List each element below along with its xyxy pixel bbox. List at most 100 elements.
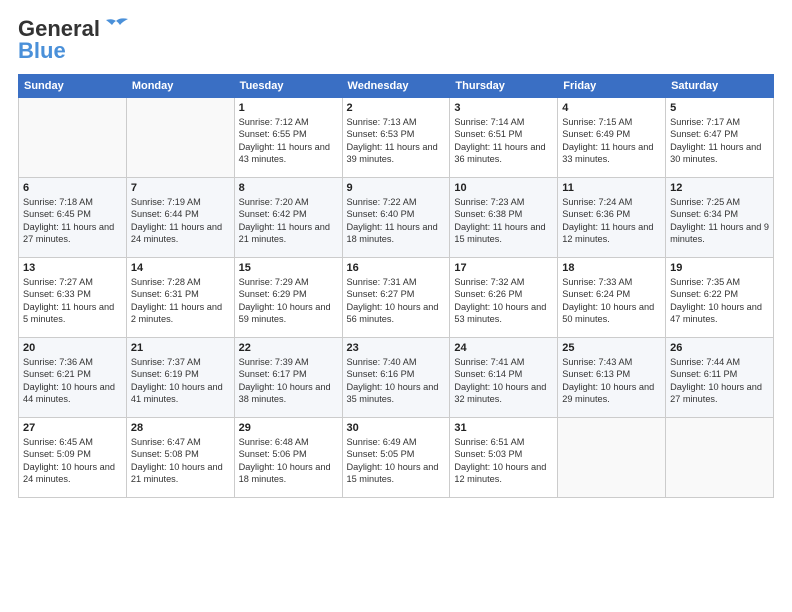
day-info: Sunrise: 7:35 AM Sunset: 6:22 PM Dayligh… bbox=[670, 276, 769, 326]
calendar-cell: 19 Sunrise: 7:35 AM Sunset: 6:22 PM Dayli… bbox=[666, 258, 774, 338]
calendar-cell: 17 Sunrise: 7:32 AM Sunset: 6:26 PM Dayli… bbox=[450, 258, 558, 338]
header: General Blue bbox=[18, 18, 774, 64]
day-number: 19 bbox=[670, 262, 769, 274]
calendar-cell: 4 Sunrise: 7:15 AM Sunset: 6:49 PM Daylig… bbox=[558, 98, 666, 178]
day-info: Sunrise: 6:45 AM Sunset: 5:09 PM Dayligh… bbox=[23, 436, 122, 486]
calendar-cell: 7Sunrise: 7:19 AM Sunset: 6:44 PM Daylig… bbox=[126, 178, 234, 258]
day-info: Sunrise: 7:36 AM Sunset: 6:21 PM Dayligh… bbox=[23, 356, 122, 406]
logo-general: General bbox=[18, 18, 100, 40]
calendar-cell: 3 Sunrise: 7:14 AM Sunset: 6:51 PM Daylig… bbox=[450, 98, 558, 178]
calendar-cell: 27 Sunrise: 6:45 AM Sunset: 5:09 PM Dayli… bbox=[19, 418, 127, 498]
calendar-cell: 25 Sunrise: 7:43 AM Sunset: 6:13 PM Dayli… bbox=[558, 338, 666, 418]
calendar-cell: 24 Sunrise: 7:41 AM Sunset: 6:14 PM Dayli… bbox=[450, 338, 558, 418]
day-number: 7 bbox=[131, 182, 230, 194]
logo: General Blue bbox=[18, 18, 130, 64]
calendar-cell: 14 Sunrise: 7:28 AM Sunset: 6:31 PM Dayli… bbox=[126, 258, 234, 338]
day-number: 4 bbox=[562, 102, 661, 114]
day-info: Sunrise: 7:28 AM Sunset: 6:31 PM Dayligh… bbox=[131, 276, 230, 326]
day-number: 17 bbox=[454, 262, 553, 274]
day-number: 10 bbox=[454, 182, 553, 194]
calendar-week-2: 6Sunrise: 7:18 AM Sunset: 6:45 PM Daylig… bbox=[19, 178, 774, 258]
logo-blue: Blue bbox=[18, 38, 66, 64]
day-number: 11 bbox=[562, 182, 661, 194]
weekday-header-friday: Friday bbox=[558, 75, 666, 98]
day-info: Sunrise: 6:47 AM Sunset: 5:08 PM Dayligh… bbox=[131, 436, 230, 486]
day-info: Sunrise: 7:33 AM Sunset: 6:24 PM Dayligh… bbox=[562, 276, 661, 326]
day-number: 20 bbox=[23, 342, 122, 354]
calendar-cell: 22 Sunrise: 7:39 AM Sunset: 6:17 PM Dayli… bbox=[234, 338, 342, 418]
weekday-header-thursday: Thursday bbox=[450, 75, 558, 98]
day-info: Sunrise: 7:41 AM Sunset: 6:14 PM Dayligh… bbox=[454, 356, 553, 406]
day-number: 26 bbox=[670, 342, 769, 354]
weekday-header-saturday: Saturday bbox=[666, 75, 774, 98]
day-number: 30 bbox=[347, 422, 446, 434]
calendar-cell: 23Sunrise: 7:40 AM Sunset: 6:16 PM Dayli… bbox=[342, 338, 450, 418]
day-number: 27 bbox=[23, 422, 122, 434]
calendar-week-5: 27 Sunrise: 6:45 AM Sunset: 5:09 PM Dayli… bbox=[19, 418, 774, 498]
day-number: 5 bbox=[670, 102, 769, 114]
page: General Blue SundayMondayTuesdayWednesda… bbox=[0, 0, 792, 612]
calendar-cell: 2 Sunrise: 7:13 AM Sunset: 6:53 PM Daylig… bbox=[342, 98, 450, 178]
calendar-cell: 12 Sunrise: 7:25 AM Sunset: 6:34 PM Dayli… bbox=[666, 178, 774, 258]
day-number: 12 bbox=[670, 182, 769, 194]
day-info: Sunrise: 7:23 AM Sunset: 6:38 PM Dayligh… bbox=[454, 196, 553, 246]
day-info: Sunrise: 7:14 AM Sunset: 6:51 PM Dayligh… bbox=[454, 116, 553, 166]
calendar-cell: 1 Sunrise: 7:12 AM Sunset: 6:55 PM Daylig… bbox=[234, 98, 342, 178]
calendar-cell: 16 Sunrise: 7:31 AM Sunset: 6:27 PM Dayli… bbox=[342, 258, 450, 338]
day-number: 14 bbox=[131, 262, 230, 274]
day-info: Sunrise: 7:13 AM Sunset: 6:53 PM Dayligh… bbox=[347, 116, 446, 166]
day-number: 25 bbox=[562, 342, 661, 354]
day-info: Sunrise: 7:17 AM Sunset: 6:47 PM Dayligh… bbox=[670, 116, 769, 166]
calendar-table: SundayMondayTuesdayWednesdayThursdayFrid… bbox=[18, 74, 774, 498]
day-number: 24 bbox=[454, 342, 553, 354]
day-number: 31 bbox=[454, 422, 553, 434]
day-info: Sunrise: 7:27 AM Sunset: 6:33 PM Dayligh… bbox=[23, 276, 122, 326]
day-info: Sunrise: 7:24 AM Sunset: 6:36 PM Dayligh… bbox=[562, 196, 661, 246]
day-info: Sunrise: 7:39 AM Sunset: 6:17 PM Dayligh… bbox=[239, 356, 338, 406]
day-info: Sunrise: 7:43 AM Sunset: 6:13 PM Dayligh… bbox=[562, 356, 661, 406]
weekday-header-sunday: Sunday bbox=[19, 75, 127, 98]
day-number: 23 bbox=[347, 342, 446, 354]
day-info: Sunrise: 6:48 AM Sunset: 5:06 PM Dayligh… bbox=[239, 436, 338, 486]
day-info: Sunrise: 7:32 AM Sunset: 6:26 PM Dayligh… bbox=[454, 276, 553, 326]
day-info: Sunrise: 7:15 AM Sunset: 6:49 PM Dayligh… bbox=[562, 116, 661, 166]
calendar-cell bbox=[19, 98, 127, 178]
day-number: 1 bbox=[239, 102, 338, 114]
day-info: Sunrise: 7:22 AM Sunset: 6:40 PM Dayligh… bbox=[347, 196, 446, 246]
calendar-cell: 6Sunrise: 7:18 AM Sunset: 6:45 PM Daylig… bbox=[19, 178, 127, 258]
calendar-cell bbox=[558, 418, 666, 498]
day-info: Sunrise: 7:44 AM Sunset: 6:11 PM Dayligh… bbox=[670, 356, 769, 406]
calendar-cell: 8 Sunrise: 7:20 AM Sunset: 6:42 PM Daylig… bbox=[234, 178, 342, 258]
day-info: Sunrise: 7:25 AM Sunset: 6:34 PM Dayligh… bbox=[670, 196, 769, 246]
calendar-cell: 18Sunrise: 7:33 AM Sunset: 6:24 PM Dayli… bbox=[558, 258, 666, 338]
day-info: Sunrise: 7:20 AM Sunset: 6:42 PM Dayligh… bbox=[239, 196, 338, 246]
weekday-header-tuesday: Tuesday bbox=[234, 75, 342, 98]
calendar-cell: 26 Sunrise: 7:44 AM Sunset: 6:11 PM Dayli… bbox=[666, 338, 774, 418]
calendar-week-3: 13 Sunrise: 7:27 AM Sunset: 6:33 PM Dayli… bbox=[19, 258, 774, 338]
calendar-week-4: 20 Sunrise: 7:36 AM Sunset: 6:21 PM Dayli… bbox=[19, 338, 774, 418]
day-number: 16 bbox=[347, 262, 446, 274]
calendar-cell: 31 Sunrise: 6:51 AM Sunset: 5:03 PM Dayli… bbox=[450, 418, 558, 498]
day-number: 29 bbox=[239, 422, 338, 434]
logo-bird-icon bbox=[102, 17, 130, 35]
day-info: Sunrise: 7:12 AM Sunset: 6:55 PM Dayligh… bbox=[239, 116, 338, 166]
calendar-cell: 28Sunrise: 6:47 AM Sunset: 5:08 PM Dayli… bbox=[126, 418, 234, 498]
day-number: 22 bbox=[239, 342, 338, 354]
weekday-header-monday: Monday bbox=[126, 75, 234, 98]
calendar-cell: 15Sunrise: 7:29 AM Sunset: 6:29 PM Dayli… bbox=[234, 258, 342, 338]
calendar-cell bbox=[666, 418, 774, 498]
day-number: 8 bbox=[239, 182, 338, 194]
calendar-cell: 11 Sunrise: 7:24 AM Sunset: 6:36 PM Dayli… bbox=[558, 178, 666, 258]
day-number: 2 bbox=[347, 102, 446, 114]
day-info: Sunrise: 7:31 AM Sunset: 6:27 PM Dayligh… bbox=[347, 276, 446, 326]
day-info: Sunrise: 7:29 AM Sunset: 6:29 PM Dayligh… bbox=[239, 276, 338, 326]
day-number: 13 bbox=[23, 262, 122, 274]
day-number: 3 bbox=[454, 102, 553, 114]
weekday-header-row: SundayMondayTuesdayWednesdayThursdayFrid… bbox=[19, 75, 774, 98]
day-number: 6 bbox=[23, 182, 122, 194]
calendar-cell: 13 Sunrise: 7:27 AM Sunset: 6:33 PM Dayli… bbox=[19, 258, 127, 338]
calendar-cell bbox=[126, 98, 234, 178]
day-info: Sunrise: 6:51 AM Sunset: 5:03 PM Dayligh… bbox=[454, 436, 553, 486]
calendar-cell: 10 Sunrise: 7:23 AM Sunset: 6:38 PM Dayli… bbox=[450, 178, 558, 258]
day-number: 21 bbox=[131, 342, 230, 354]
